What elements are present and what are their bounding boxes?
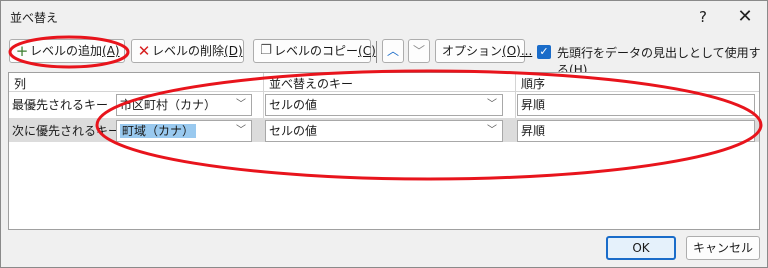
copy-level-button[interactable]: ❐ レベルのコピー(C): [253, 39, 376, 63]
add-level-accesskey: (A): [102, 44, 120, 58]
header-row-checkbox[interactable]: ✓: [537, 45, 551, 59]
row2-column-select[interactable]: 町域（カナ） ﹀: [116, 120, 252, 142]
toolbar: + レベルの追加(A) ✕ レベルの削除(D) ❐ レベルのコピー(C) ︿ ﹀ オプ…: [1, 39, 767, 77]
header-divider: [9, 91, 759, 92]
title-bar: 並べ替え ? ✕: [1, 1, 767, 33]
row-label-primary: 最優先されるキー: [12, 98, 109, 112]
cancel-button[interactable]: キャンセル: [686, 236, 760, 260]
delete-level-label: レベルの削除: [152, 44, 225, 58]
delete-level-accesskey: (D): [224, 44, 243, 58]
row1-sort-on-value: セルの値: [269, 98, 318, 112]
sort-levels-grid: 列 並べ替えのキー 順序 最優先されるキー 市区町村（カナ） ﹀ セルの値 ﹀ …: [8, 72, 760, 230]
chevron-down-icon: ﹀: [236, 99, 246, 110]
plus-icon: +: [15, 42, 29, 60]
options-label: オプション: [442, 44, 503, 58]
row1-order-value: 昇順: [521, 98, 546, 112]
chevron-down-icon: ﹀: [236, 125, 246, 136]
chevron-down-icon: ﹀: [487, 99, 497, 110]
row2-order-value: 昇順: [521, 124, 546, 138]
row1-column-select[interactable]: 市区町村（カナ） ﹀: [116, 94, 252, 116]
add-level-label: レベルの追加: [30, 44, 103, 58]
chevron-down-icon: ﹀: [487, 125, 497, 136]
column-header-sort-on: 並べ替えのキー: [269, 77, 354, 91]
row-label-secondary: 次に優先されるキー: [12, 124, 121, 138]
sort-dialog: 並べ替え ? ✕ + レベルの追加(A) ✕ レベルの削除(D) ❐ レベルのコピー(…: [0, 0, 768, 268]
chevron-up-icon: ︿: [386, 44, 399, 58]
copy-icon: ❐: [260, 43, 272, 58]
dialog-title: 並べ替え: [10, 11, 59, 25]
row1-sort-on-select[interactable]: セルの値 ﹀: [265, 94, 503, 116]
column-header-order: 順序: [521, 77, 546, 91]
close-button[interactable]: ✕: [731, 5, 759, 29]
column-header-column: 列: [14, 77, 27, 91]
row2-sort-on-value: セルの値: [269, 124, 318, 138]
checkmark-icon: ✓: [539, 45, 549, 58]
row1-column-value: 市区町村（カナ）: [120, 98, 217, 112]
delete-x-icon: ✕: [137, 42, 151, 60]
row2-column-value: 町域（カナ）: [120, 124, 197, 138]
row2-order-field[interactable]: 昇順: [517, 120, 755, 142]
copy-level-label: レベルのコピー: [274, 44, 359, 58]
row1-order-field[interactable]: 昇順: [517, 94, 755, 116]
move-up-button[interactable]: ︿: [382, 39, 404, 63]
add-level-button[interactable]: + レベルの追加(A): [9, 39, 125, 63]
chevron-down-icon: ﹀: [412, 44, 425, 58]
move-down-button[interactable]: ﹀: [408, 39, 430, 63]
delete-level-button[interactable]: ✕ レベルの削除(D): [131, 39, 244, 63]
options-accesskey: (O)...: [502, 44, 533, 58]
copy-level-accesskey: (C): [358, 44, 376, 58]
help-button[interactable]: ?: [689, 5, 717, 29]
toolbar-separator: [376, 41, 377, 63]
ok-button[interactable]: OK: [606, 236, 676, 260]
options-button[interactable]: オプション(O)...: [435, 39, 532, 63]
row2-sort-on-select[interactable]: セルの値 ﹀: [265, 120, 503, 142]
